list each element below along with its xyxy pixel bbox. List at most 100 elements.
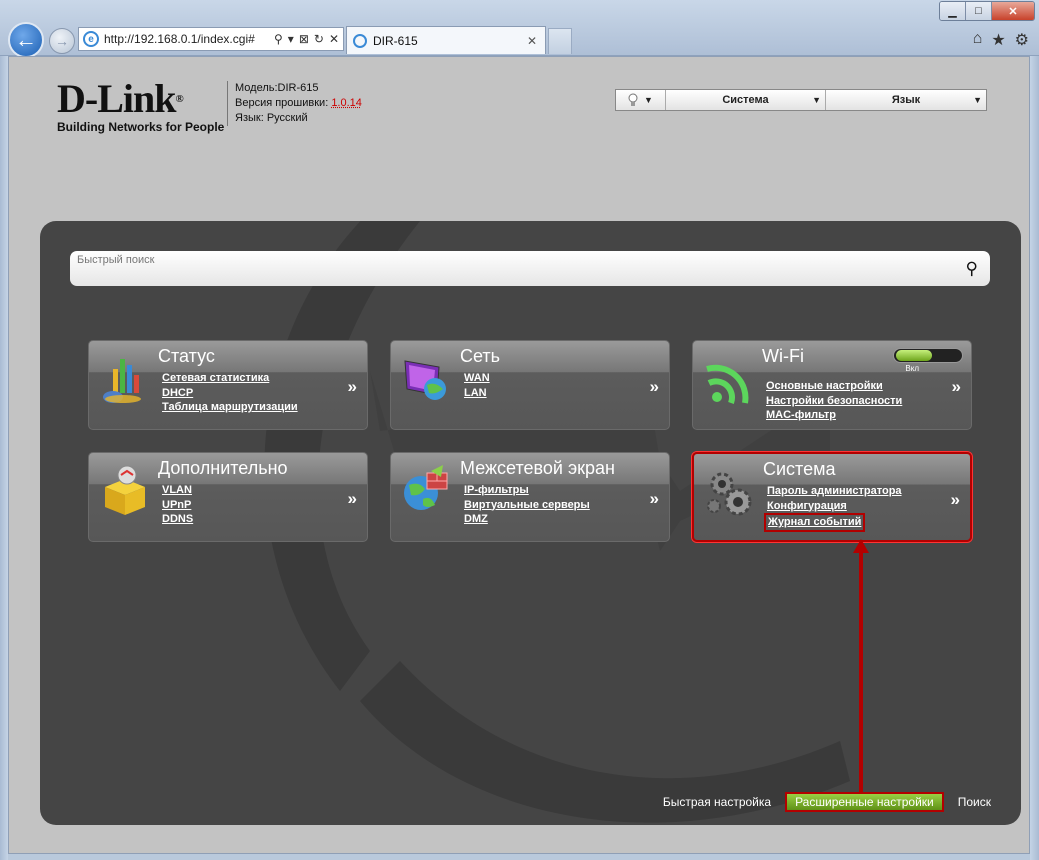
forward-button[interactable]: → [49, 28, 75, 54]
expand-chevron-icon[interactable]: » [650, 489, 659, 509]
link-dmz[interactable]: DMZ [464, 512, 488, 527]
router-page: D-Link® Building Networks for People Мод… [8, 56, 1030, 854]
logo-tagline: Building Networks for People [57, 120, 225, 134]
tile-system: Система Пароль администратора Конфигурац… [692, 452, 972, 542]
search-icon[interactable]: ⚲ [966, 259, 978, 279]
address-bar[interactable]: e http://192.168.0.1/index.cgi# ⚲ ▾ ⊠ ↻ … [78, 27, 344, 51]
firmware-value[interactable]: 1.0.14 [331, 97, 362, 109]
new-tab-button[interactable] [548, 28, 572, 54]
favorites-icon[interactable]: ★ [991, 30, 1005, 50]
close-window-button[interactable]: ✕ [992, 2, 1034, 20]
maximize-button[interactable]: □ [966, 2, 992, 20]
dlink-logo[interactable]: D-Link® Building Networks for People [57, 76, 225, 135]
firewall-globe-icon [404, 465, 448, 510]
tile-title: Дополнительно [158, 458, 288, 478]
link-upnp[interactable]: UPnP [162, 498, 191, 513]
link-lan[interactable]: LAN [464, 386, 487, 401]
back-button[interactable]: ← [8, 22, 44, 58]
minimize-button[interactable]: ▁ [940, 2, 966, 20]
ie-tab-icon [353, 33, 367, 48]
language-menu-label: Язык [891, 94, 921, 106]
tile-title: Статус [158, 346, 215, 366]
wifi-icon [706, 364, 749, 405]
close-tab-icon[interactable]: ✕ [527, 34, 537, 48]
refresh-icon[interactable]: ↻ [314, 32, 324, 46]
link-routing-table[interactable]: Таблица маршрутизации [162, 400, 298, 415]
annotation-arrow-line [859, 549, 863, 801]
quick-setup-link[interactable]: Быстрая настройка [663, 795, 771, 809]
tile-additional: Дополнительно VLAN UPnP DDNS » [88, 452, 368, 542]
browser-tab[interactable]: DIR-615 ✕ [346, 26, 546, 54]
link-ddns[interactable]: DDNS [162, 512, 193, 527]
link-virtual-servers[interactable]: Виртуальные серверы [464, 498, 590, 513]
link-ip-filters[interactable]: IP-фильтры [464, 483, 529, 498]
expand-chevron-icon[interactable]: » [952, 377, 961, 397]
gears-icon [707, 472, 752, 516]
quick-search-input[interactable]: Быстрый поиск ⚲ [70, 251, 990, 286]
search-placeholder: Быстрый поиск [77, 254, 155, 266]
link-basic-settings[interactable]: Основные настройки [766, 379, 883, 394]
wifi-toggle[interactable] [893, 348, 963, 363]
language-value: Русский [266, 112, 308, 124]
link-vlan[interactable]: VLAN [162, 483, 192, 498]
status-chart-icon [103, 359, 141, 403]
top-menu-bar: ▼ Система ▼ Язык ▼ [615, 89, 987, 111]
tile-title: Система [763, 459, 836, 479]
tile-title: Сеть [460, 346, 501, 366]
language-menu[interactable]: Язык ▼ [826, 90, 986, 110]
link-dhcp[interactable]: DHCP [162, 386, 193, 401]
tile-title: Межсетевой экран [460, 458, 615, 478]
toggle-knob [896, 350, 932, 361]
link-mac-filter[interactable]: MAC-фильтр [766, 408, 836, 423]
link-event-log[interactable]: Журнал событий [764, 513, 866, 532]
link-security-settings[interactable]: Настройки безопасности [766, 394, 902, 409]
expand-chevron-icon[interactable]: » [650, 377, 659, 397]
package-icon [105, 465, 145, 515]
tile-status: Статус Сетевая статистика DHCP Таблица м… [88, 340, 368, 430]
expand-chevron-icon[interactable]: » [951, 490, 960, 510]
model-value: DIR-615 [277, 82, 319, 94]
compatibility-icon[interactable]: ⊠ [299, 32, 309, 46]
chevron-down-icon: ▼ [812, 95, 821, 105]
stop-icon[interactable]: ✕ [329, 32, 339, 46]
tile-network: Сеть WAN LAN » [390, 340, 670, 430]
browser-toolbar-right: ⌂ ★ ⚙ [973, 30, 1029, 50]
model-label: Модель: [235, 82, 278, 94]
link-wan[interactable]: WAN [464, 371, 490, 386]
chevron-down-icon: ▼ [644, 95, 653, 105]
expand-chevron-icon[interactable]: » [348, 377, 357, 397]
firmware-label: Версия прошивки: [235, 97, 329, 109]
arrow-left-icon: ← [15, 27, 37, 52]
link-configuration[interactable]: Конфигурация [767, 499, 847, 514]
tile-firewall: Межсетевой экран IP-фильтры Виртуальные … [390, 452, 670, 542]
wifi-toggle-label: Вкл [905, 364, 919, 373]
browser-chrome: ▁ □ ✕ ← → e http://192.168.0.1/index.cgi… [0, 0, 1039, 58]
search-icon[interactable]: ⚲ [274, 32, 283, 46]
tile-wifi: Wi-Fi Вкл Основные настройки Настройки б… [692, 340, 972, 430]
home-icon[interactable]: ⌂ [973, 30, 983, 50]
advanced-settings-button[interactable]: Расширенные настройки [785, 792, 944, 812]
link-network-stats[interactable]: Сетевая статистика [162, 371, 269, 386]
annotation-arrow-head [853, 539, 869, 553]
url-text[interactable]: http://192.168.0.1/index.cgi# [104, 32, 255, 46]
search-link[interactable]: Поиск [958, 795, 991, 809]
window-frame-right [1030, 56, 1039, 860]
bottom-navigation: Быстрая настройка Расширенные настройки … [663, 792, 991, 812]
device-info: Модель:DIR-615 Версия прошивки: 1.0.14 Я… [227, 81, 362, 126]
notifications-menu[interactable]: ▼ [616, 90, 666, 110]
arrow-right-icon: → [55, 33, 69, 49]
network-monitor-icon [404, 360, 446, 400]
dropdown-icon[interactable]: ▾ [288, 32, 294, 46]
logo-text: D-Link [57, 76, 176, 121]
window-controls: ▁ □ ✕ [939, 1, 1035, 21]
chevron-down-icon: ▼ [973, 95, 982, 105]
settings-gear-icon[interactable]: ⚙ [1015, 30, 1029, 50]
link-admin-password[interactable]: Пароль администратора [767, 484, 902, 499]
expand-chevron-icon[interactable]: » [348, 489, 357, 509]
language-label: Язык: [235, 112, 264, 124]
system-menu[interactable]: Система ▼ [666, 90, 826, 110]
tab-title: DIR-615 [373, 33, 418, 48]
system-menu-label: Система [722, 94, 769, 106]
registered-mark: ® [175, 93, 184, 105]
tile-title: Wi-Fi [762, 346, 804, 366]
